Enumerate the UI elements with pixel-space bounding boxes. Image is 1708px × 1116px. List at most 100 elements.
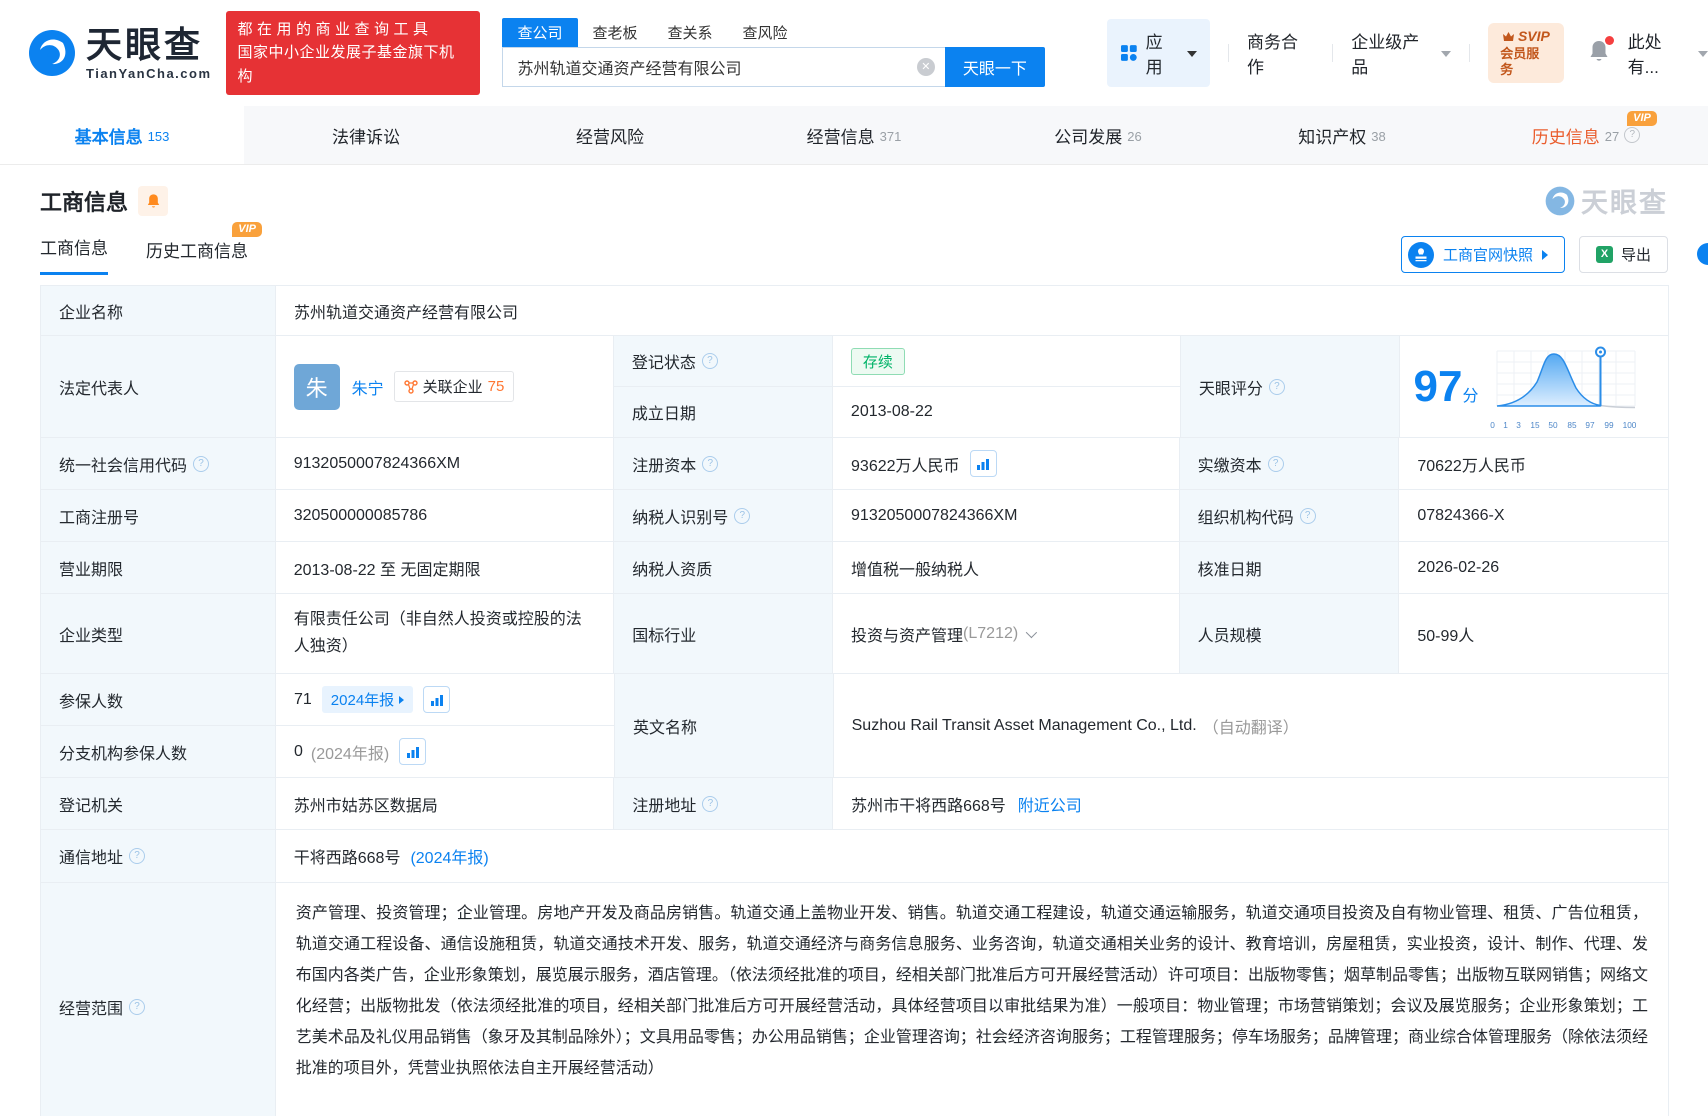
help-icon[interactable]: ? [702,795,719,812]
help-icon[interactable]: ? [1267,455,1284,472]
official-snapshot-button[interactable]: 工商官网快照 [1400,236,1565,273]
svip-membership-button[interactable]: SVIP 会员服务 [1488,23,1564,83]
search-tab-risk[interactable]: 查风险 [728,18,803,47]
search-button[interactable]: 天眼一下 [944,46,1045,87]
staff-size-value: 50-99人 [1417,627,1475,645]
search-input[interactable] [517,57,917,76]
search-tab-boss[interactable]: 查老板 [578,18,653,47]
tab-basic-info[interactable]: 基本信息 153 [0,106,244,164]
paid-capital-value: 70622万人民币 [1417,457,1526,475]
help-icon[interactable]: ? [193,455,210,472]
annual-report-2024-pill[interactable]: 2024年报 [321,686,414,713]
branch-insured-value: 0 (2024年报) [276,726,615,777]
excel-icon: X [1595,246,1613,263]
search-block: 查公司 查老板 查关系 查风险 ✕ 天眼一下 [502,17,1045,87]
approval-date-label: 核准日期 [1179,542,1400,593]
tianyancha-page: 天眼查 TianYanCha.com 都在用的商业查询工具 国家中小企业发展子基… [0,0,1708,1116]
section-header: 工商信息 天眼查 [0,165,1708,220]
slogan-line-1: 都在用的商业查询工具 [237,21,433,39]
chevron-down-icon [1697,51,1708,57]
table-row: 企业名称 苏州轨道交通资产经营有限公司 [41,286,1668,336]
table-row: 登记机关 苏州市姑苏区数据局 注册地址 ? 苏州市干将西路668号 附近公司 [41,778,1668,830]
help-icon[interactable]: ? [1299,507,1316,524]
reg-address-label: 注册地址 ? [614,778,834,829]
business-info-table: 企业名称 苏州轨道交通资产经营有限公司 法定代表人 朱 朱宁 关联企业 75 登… [40,285,1669,1116]
user-account-menu[interactable]: 此处有... [1628,28,1708,78]
monitor-bell-button[interactable] [138,185,169,216]
subtab-history-business-info[interactable]: VIP 历史工商信息 [146,222,262,275]
export-button[interactable]: X 导出 [1578,236,1668,273]
tianyancha-logo[interactable]: 天眼查 TianYanCha.com [28,26,212,80]
legal-rep-avatar[interactable]: 朱 [293,363,340,410]
business-term-label: 营业期限 [41,542,276,593]
english-name-label: 英文名称 [615,674,834,777]
bell-icon [147,193,159,207]
company-type-value: 有限责任公司（非自然人投资或控股的法人独资） [276,594,615,673]
clear-search-icon[interactable]: ✕ [916,57,935,76]
legal-rep-name-link[interactable]: 朱宁 [352,375,384,399]
subtab-business-info[interactable]: 工商信息 [40,234,108,275]
divider [1469,44,1471,62]
reg-capital-value: 93622万人民币 [833,438,1180,489]
reg-capital-label: 注册资本 ? [614,438,834,489]
table-row: 工商注册号 320500000085786 纳税人识别号 ? 913205000… [41,490,1668,542]
tab-history-info[interactable]: VIP 历史信息 27 ? [1464,106,1708,164]
slogan-line-2: 国家中小企业发展子基金旗下机构 [237,44,455,85]
chevron-down-icon [1441,51,1452,57]
tab-company-development[interactable]: 公司发展 26 [976,106,1220,164]
tab-operation-info[interactable]: 经营信息 371 [732,106,976,164]
company-name-value: 苏州轨道交通资产经营有限公司 [294,304,519,322]
tab-operation-risk[interactable]: 经营风险 [488,106,732,164]
table-row: 经营范围 ? 资产管理、投资管理；企业管理。房地产开发及商品房销售。轨道交通上盖… [41,883,1668,1116]
staff-size-label: 人员规模 [1179,594,1400,673]
insured-count-value: 71 2024年报 [276,674,615,725]
notification-bell-button[interactable] [1588,35,1614,68]
notification-dot [1604,35,1614,45]
help-icon[interactable]: ? [1268,378,1285,395]
tab-intellectual-property[interactable]: 知识产权 38 [1220,106,1464,164]
nav-business-cooperation[interactable]: 商务合作 [1247,28,1314,78]
taxpayer-id-value: 9132050007824366XM [833,490,1180,541]
divider [1332,44,1334,62]
help-icon[interactable]: ? [701,353,718,369]
branch-trend-chart-button[interactable] [399,738,427,765]
reg-status-value: 存续 [833,336,1180,386]
reg-number-value: 320500000085786 [276,490,615,541]
industry-code: (L7212) [963,624,1019,642]
reg-address-value: 苏州市干将西路668号 附近公司 [833,778,1668,829]
search-tab-company[interactable]: 查公司 [502,17,578,47]
help-icon[interactable]: ? [129,999,146,1015]
section-title: 工商信息 [40,189,129,215]
help-icon[interactable]: ? [129,848,146,864]
establish-date-value: 2013-08-22 [850,403,933,420]
help-icon[interactable]: ? [734,507,751,524]
grid-icon [1120,45,1137,61]
slogan-banner: 都在用的商业查询工具 国家中小企业发展子基金旗下机构 [225,11,481,95]
table-row: 参保人数 71 2024年报 分支机构参保人数 0 (2024年报) 英文名称 … [41,674,1668,778]
reg-status-label: 登记状态 ? [613,336,833,386]
related-companies-badge[interactable]: 关联企业 75 [393,371,515,402]
score-bell-curve-chart: 0 1 3 15 50 85 97 99 100 [1489,343,1639,430]
tab-legal-litigation[interactable]: 法律诉讼 [244,106,488,164]
taxpayer-id-label: 纳税人识别号 ? [614,490,834,541]
annual-report-link[interactable]: (2024年报) [410,844,488,868]
help-icon[interactable]: ? [1624,127,1641,143]
network-icon [403,379,418,394]
help-icon[interactable]: ? [702,455,719,472]
nearby-companies-link[interactable]: 附近公司 [1018,792,1082,816]
top-header: 天眼查 TianYanCha.com 都在用的商业查询工具 国家中小企业发展子基… [0,0,1708,106]
chevron-down-icon[interactable] [1025,626,1038,638]
business-scope-label: 经营范围 ? [41,883,276,1116]
industry-label: 国标行业 [614,594,834,673]
score-number: 97 [1413,361,1463,411]
tianyancha-watermark: 天眼查 [1545,181,1668,220]
capital-trend-chart-button[interactable] [969,450,997,477]
score-axis-labels: 0 1 3 15 50 85 97 99 100 [1489,420,1637,430]
business-term-value: 2013-08-22 至 无固定期限 [276,542,615,593]
nav-enterprise-products[interactable]: 企业级产品 [1351,28,1452,78]
tianyancha-logo-icon [29,30,75,76]
arrow-right-icon [1541,249,1548,260]
insured-trend-chart-button[interactable] [423,686,451,713]
nav-apps-menu[interactable]: 应用 [1106,19,1211,87]
search-tab-relation[interactable]: 查关系 [653,18,728,47]
